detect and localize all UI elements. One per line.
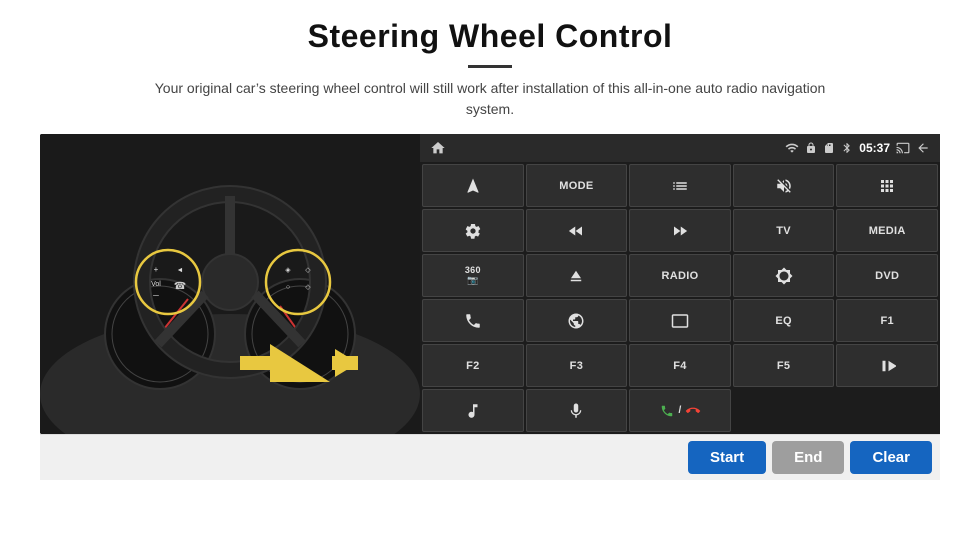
play-pause-button[interactable]	[836, 344, 938, 387]
media-button[interactable]: MEDIA	[836, 209, 938, 252]
page-container: Steering Wheel Control Your original car…	[0, 0, 980, 544]
svg-text:◇: ◇	[305, 267, 311, 274]
radio-button[interactable]: RADIO	[629, 254, 731, 297]
rewind-button[interactable]	[526, 209, 628, 252]
radio-ui: 05:37 MODE	[420, 134, 940, 434]
lock-icon	[805, 142, 817, 154]
status-right: 05:37	[785, 141, 930, 155]
phone-answer-button[interactable]: /	[629, 389, 731, 432]
cast-icon	[896, 141, 910, 155]
svg-text:◈: ◈	[285, 267, 291, 274]
status-left	[430, 140, 446, 156]
home-icon	[430, 140, 446, 156]
wifi-icon	[785, 141, 799, 155]
volume-mute-button[interactable]	[733, 164, 835, 207]
clear-button[interactable]: Clear	[850, 441, 932, 474]
button-grid: MODE TV	[420, 162, 940, 434]
title-divider	[468, 65, 512, 68]
svg-text:○: ○	[286, 284, 290, 291]
steering-wheel-image: + Vol ◄ ─ ☎ ◈ ◇ ○ ◇	[40, 134, 420, 434]
settings-button[interactable]	[422, 209, 524, 252]
svg-text:◄: ◄	[177, 267, 184, 274]
nav-button[interactable]	[422, 164, 524, 207]
camera360-button[interactable]: 360📷	[422, 254, 524, 297]
content-row: + Vol ◄ ─ ☎ ◈ ◇ ○ ◇	[40, 134, 940, 434]
status-bar: 05:37	[420, 134, 940, 162]
fastforward-button[interactable]	[629, 209, 731, 252]
f3-button[interactable]: F3	[526, 344, 628, 387]
apps-button[interactable]	[836, 164, 938, 207]
music-button[interactable]	[422, 389, 524, 432]
page-subtitle: Your original car’s steering wheel contr…	[150, 78, 830, 120]
f4-button[interactable]: F4	[629, 344, 731, 387]
eq-button[interactable]: EQ	[733, 299, 835, 342]
page-title: Steering Wheel Control	[308, 18, 673, 55]
svg-text:+: +	[154, 265, 159, 274]
end-button[interactable]: End	[772, 441, 844, 474]
dvd-button[interactable]: DVD	[836, 254, 938, 297]
eject-button[interactable]	[526, 254, 628, 297]
list-button[interactable]	[629, 164, 731, 207]
status-time: 05:37	[859, 141, 890, 155]
bottom-bar: Start End Clear	[40, 434, 940, 480]
mode-button[interactable]: MODE	[526, 164, 628, 207]
tv-button[interactable]: TV	[733, 209, 835, 252]
svg-text:─: ─	[152, 291, 159, 300]
sd-icon	[823, 142, 835, 154]
svg-text:☎: ☎	[174, 281, 186, 292]
back-icon	[916, 141, 930, 155]
svg-text:◇: ◇	[305, 284, 311, 291]
start-button[interactable]: Start	[688, 441, 766, 474]
svg-text:Vol: Vol	[151, 281, 161, 288]
screen-button[interactable]	[629, 299, 731, 342]
phone-button[interactable]	[422, 299, 524, 342]
f1-button[interactable]: F1	[836, 299, 938, 342]
bluetooth-icon	[841, 142, 853, 154]
f5-button[interactable]: F5	[733, 344, 835, 387]
browser-button[interactable]	[526, 299, 628, 342]
brightness-button[interactable]	[733, 254, 835, 297]
f2-button[interactable]: F2	[422, 344, 524, 387]
mic-button[interactable]	[526, 389, 628, 432]
